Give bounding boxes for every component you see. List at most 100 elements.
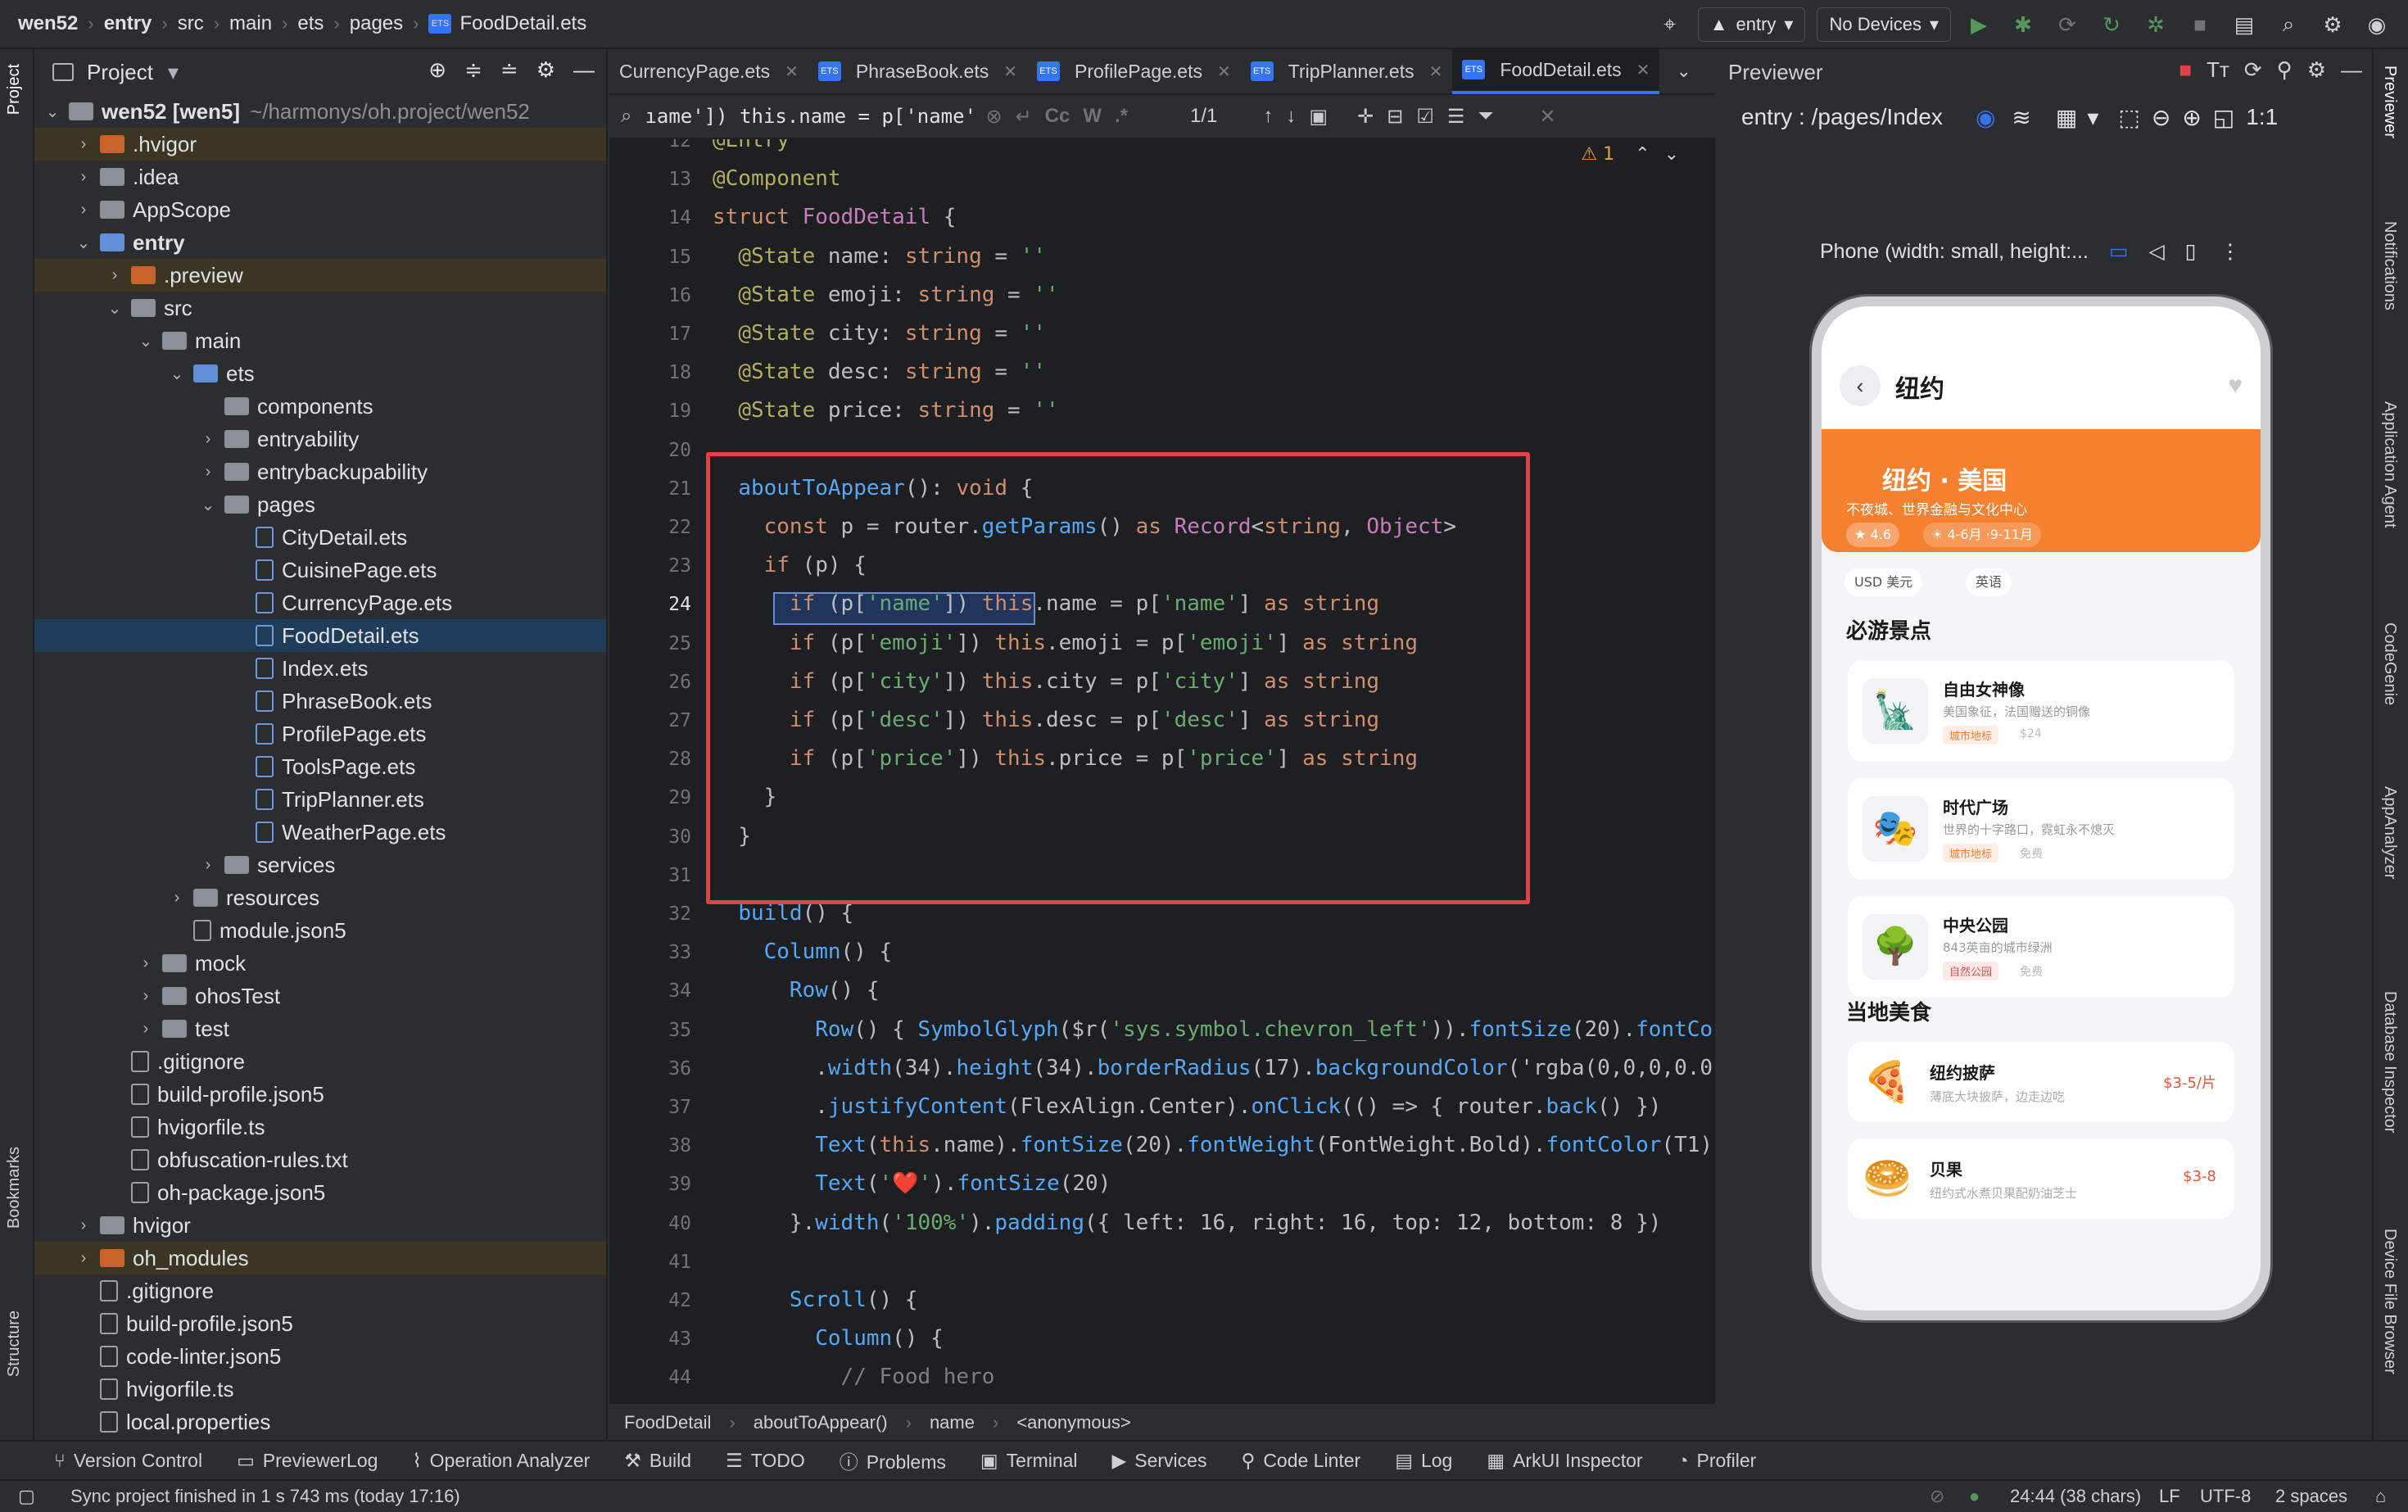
sight-card[interactable]: 🌳 中央公园 843英亩的城市绿洲 自然公园 免费	[1848, 896, 2234, 998]
tree-item[interactable]: ⌄ src	[34, 292, 606, 324]
code-line[interactable]: Row() {	[713, 978, 880, 1003]
zoom-out-icon[interactable]: ⊖	[2152, 104, 2170, 131]
chevron-down-icon[interactable]: ▾	[168, 60, 179, 85]
chevron-right-icon[interactable]: ›	[74, 201, 93, 220]
inspection-widget[interactable]: ⚠ 1 ⌃ ⌄	[1581, 144, 1679, 165]
tree-item[interactable]: components	[34, 390, 606, 423]
code-line[interactable]: @Entry	[713, 139, 790, 152]
clear-icon[interactable]: ⊗	[985, 105, 1002, 129]
tree-item[interactable]: › test	[34, 1012, 606, 1045]
apply-changes-icon[interactable]: ↻	[2095, 8, 2128, 41]
tree-item[interactable]: ⌄ pages	[34, 488, 606, 521]
tree-item[interactable]: CityDetail.ets	[34, 521, 606, 554]
chevron-right-icon[interactable]: ›	[74, 1249, 93, 1268]
chevron-down-icon[interactable]: ⌄	[198, 495, 218, 515]
device-select[interactable]: No Devices ▾	[1817, 7, 1951, 42]
crumb-project[interactable]: wen52	[18, 12, 78, 35]
close-icon[interactable]: ✕	[1636, 60, 1650, 80]
device-label[interactable]: Phone (width: small, height:...	[1820, 240, 2089, 263]
gear-icon[interactable]: ⚙	[2307, 57, 2326, 83]
tree-item[interactable]: › hvigor	[34, 1209, 606, 1242]
newline-icon[interactable]: ↵	[1016, 105, 1032, 129]
tree-item[interactable]: hvigorfile.ts	[34, 1111, 606, 1143]
select-all-icon[interactable]: ▣	[1309, 105, 1328, 129]
stop-icon[interactable]: ■	[2184, 8, 2216, 41]
tree-item[interactable]: › resources	[34, 881, 606, 914]
close-icon[interactable]: ✕	[1217, 61, 1231, 82]
chevron-right-icon[interactable]: ›	[136, 954, 156, 973]
crumb-field[interactable]: name	[930, 1412, 975, 1433]
more-icon[interactable]: ⋮	[2220, 240, 2240, 263]
tree-item[interactable]: FoodDetail.ets	[34, 619, 606, 652]
tree-item[interactable]: ToolsPage.ets	[34, 750, 606, 783]
screenshot-icon[interactable]: ◱	[2213, 104, 2234, 131]
line-separator[interactable]: LF	[2159, 1486, 2180, 1507]
chevron-down-icon[interactable]: ⌄	[136, 331, 156, 351]
find-input[interactable]: ıame']) this.name = p['name']	[645, 105, 972, 128]
code-line[interactable]: struct FoodDetail {	[713, 205, 956, 229]
crumb-src[interactable]: src	[178, 12, 204, 35]
tree-item[interactable]: module.json5	[34, 914, 606, 947]
close-icon[interactable]: ✕	[1429, 61, 1443, 82]
code-line[interactable]: Column() {	[713, 1326, 944, 1351]
lock-icon[interactable]: ⌂	[2375, 1486, 2386, 1507]
food-card[interactable]: 🥯 贝果 纽约式水煮贝果配奶油芝士 $3-8	[1848, 1139, 2234, 1219]
device-icon[interactable]: ▭	[2109, 240, 2129, 263]
chevron-down-icon[interactable]: ▾	[2087, 104, 2098, 131]
refresh-icon[interactable]: ⟳	[2244, 57, 2262, 83]
project-tool-button[interactable]: Project	[5, 64, 24, 115]
chevron-right-icon[interactable]: ›	[167, 889, 187, 908]
arrow-down-icon[interactable]: ↓	[1286, 105, 1296, 128]
code-line[interactable]: build() {	[713, 901, 853, 926]
match-case-toggle[interactable]: Cc	[1045, 105, 1070, 128]
back-button[interactable]: ‹	[1840, 365, 1881, 406]
tab-trip-planner[interactable]: ETS TripPlanner.ets ✕	[1241, 48, 1453, 94]
tree-item[interactable]: ⌄ main	[34, 324, 606, 357]
appanalyzer-tool-button[interactable]: AppAnalyzer	[2380, 786, 2399, 879]
code-line[interactable]: @State city: string = ''	[713, 321, 1046, 346]
tree-item[interactable]: › .hvigor	[34, 128, 606, 161]
code-line[interactable]: .justifyContent(FlexAlign.Center).onClic…	[713, 1094, 1661, 1119]
tab-phrase-book[interactable]: ETS PhraseBook.ets ✕	[808, 48, 1027, 94]
heart-icon[interactable]: ♥	[2228, 372, 2243, 400]
tree-item[interactable]: WeatherPage.ets	[34, 816, 606, 849]
caret-position[interactable]: 24:44 (38 chars)	[2010, 1486, 2141, 1507]
search-icon[interactable]: ⌕	[2272, 8, 2305, 41]
crumb-file[interactable]: FoodDetail.ets	[459, 12, 586, 35]
expand-all-icon[interactable]: ≑	[464, 57, 482, 83]
remove-selection-icon[interactable]: ⊟	[1387, 105, 1403, 129]
crumb-pages[interactable]: pages	[350, 12, 403, 35]
code-line[interactable]: Column() {	[713, 939, 893, 964]
tree-item[interactable]: build-profile.json5	[34, 1078, 606, 1111]
code-line[interactable]: Scroll() {	[713, 1288, 918, 1312]
panel-toggle-icon[interactable]: ▢	[18, 1486, 35, 1507]
code-line[interactable]: Text('❤️').fontSize(20)	[713, 1171, 1111, 1196]
tool-window-todo[interactable]: ☰ TODO	[726, 1450, 805, 1472]
eye-icon[interactable]: ◉	[1976, 104, 1995, 131]
codegenie-tool-button[interactable]: CodeGenie	[2380, 622, 2399, 705]
fit-icon[interactable]: ⬚	[2118, 104, 2139, 131]
tree-item[interactable]: build-profile.json5	[34, 1307, 606, 1340]
tree-item[interactable]: › .preview	[34, 259, 606, 292]
locate-icon[interactable]: ⊕	[428, 57, 446, 83]
tree-item[interactable]: Index.ets	[34, 652, 606, 685]
tool-window-log[interactable]: ▤ Log	[1395, 1450, 1452, 1472]
run-config-select[interactable]: ▲ entry ▾	[1697, 7, 1806, 42]
crumb-main[interactable]: main	[229, 12, 272, 35]
tab-food-detail[interactable]: ETS FoodDetail.ets ✕	[1452, 48, 1660, 94]
crumb-entry[interactable]: entry	[104, 12, 152, 35]
status-message[interactable]: Sync project finished in 1 s 743 ms (tod…	[70, 1486, 460, 1507]
crumb-anonymous[interactable]: <anonymous>	[1016, 1412, 1130, 1433]
tool-window-operation-analyzer[interactable]: ⌇ Operation Analyzer	[412, 1450, 590, 1472]
close-icon[interactable]: ✕	[1003, 61, 1017, 82]
crumb-method[interactable]: aboutToAppear()	[754, 1412, 888, 1433]
chevron-down-icon[interactable]: ⌄	[1664, 144, 1679, 165]
tree-item[interactable]: › .idea	[34, 161, 606, 193]
chevron-right-icon[interactable]: ›	[74, 1216, 93, 1235]
tree-item[interactable]: › entryability	[34, 423, 606, 455]
chevron-right-icon[interactable]: ›	[136, 1020, 156, 1039]
code-line[interactable]: Row() { SymbolGlyph($r('sys.symbol.chevr…	[713, 1017, 1713, 1042]
chevron-right-icon[interactable]: ›	[198, 430, 218, 449]
collapse-all-icon[interactable]: ≐	[500, 57, 518, 83]
tree-item[interactable]: › entrybackupability	[34, 455, 606, 488]
